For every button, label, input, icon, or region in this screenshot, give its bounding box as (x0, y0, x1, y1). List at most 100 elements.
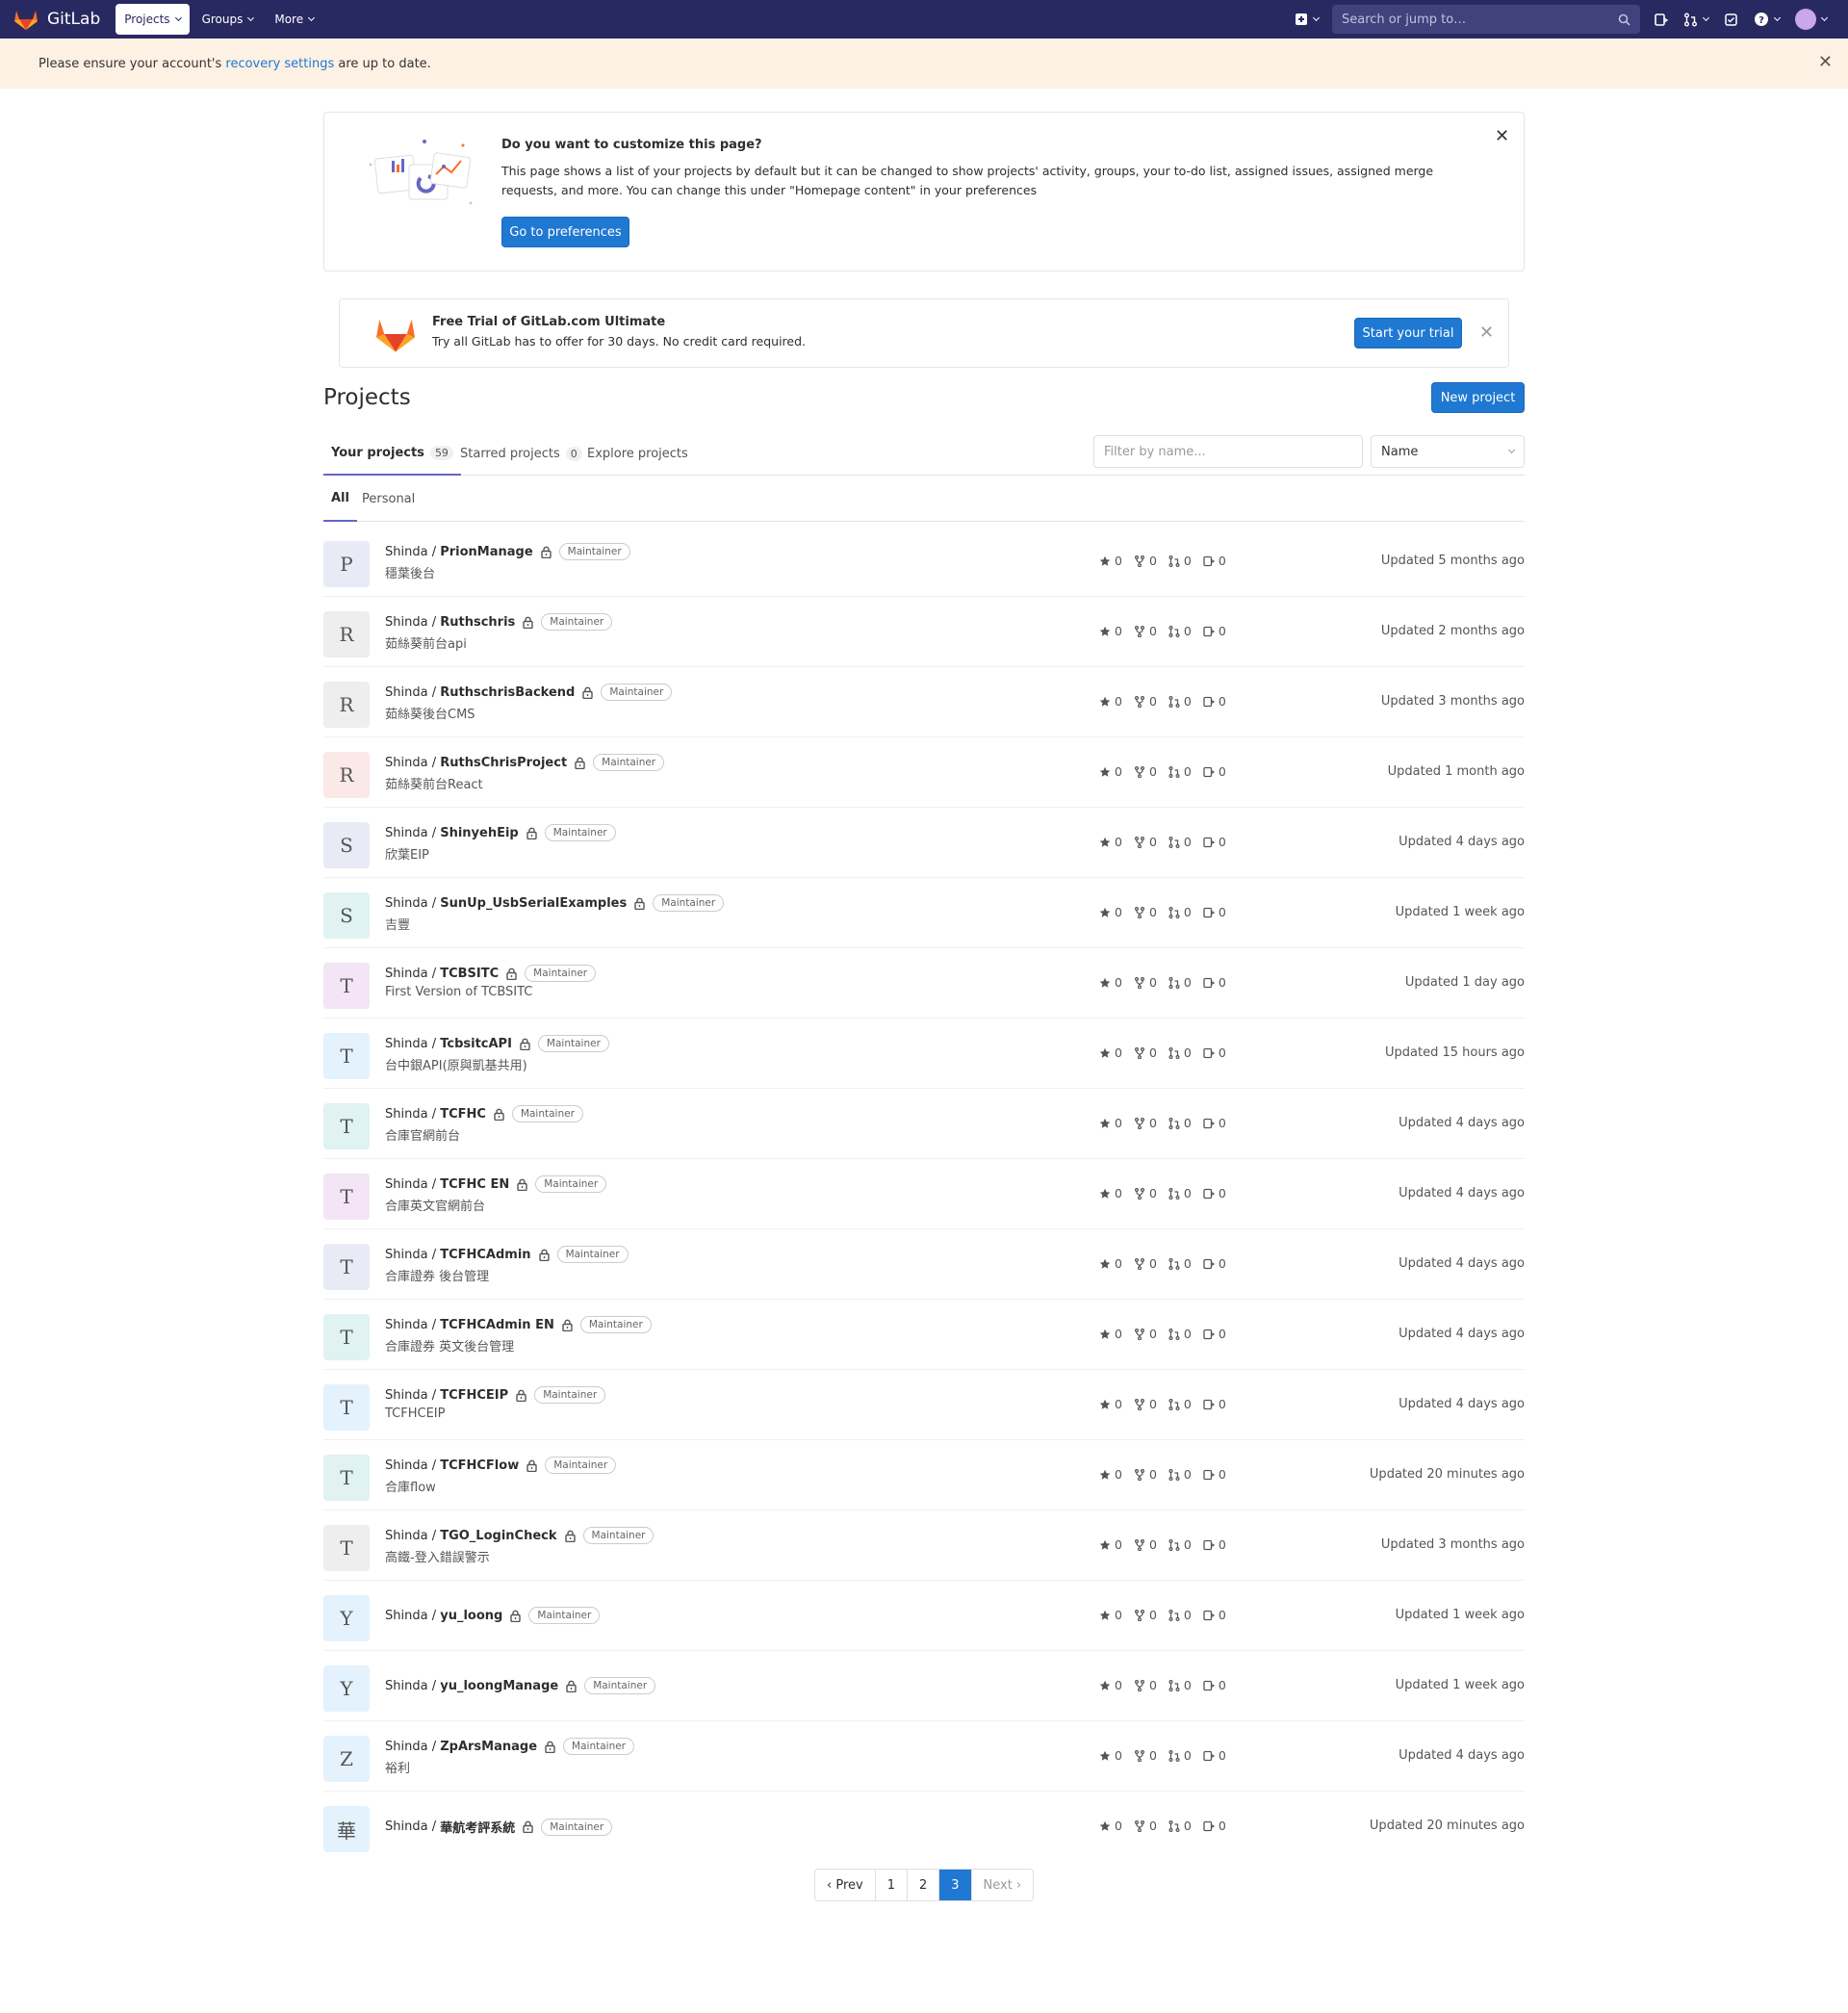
project-name-link[interactable]: ShinyehEip (440, 826, 519, 840)
merge-requests-count[interactable]: 0 (1168, 835, 1192, 849)
sort-dropdown[interactable]: Name (1371, 435, 1525, 468)
forks-count[interactable]: 0 (1134, 905, 1157, 919)
stars-count[interactable]: 0 (1099, 1327, 1122, 1341)
stars-count[interactable]: 0 (1099, 1819, 1122, 1833)
issues-count[interactable]: 0 (1203, 554, 1226, 568)
forks-count[interactable]: 0 (1134, 1327, 1157, 1341)
stars-count[interactable]: 0 (1099, 764, 1122, 779)
projects-menu[interactable]: Projects (116, 4, 190, 35)
merge-requests-count[interactable]: 0 (1168, 624, 1192, 638)
merge-requests-count[interactable]: 0 (1168, 1678, 1192, 1692)
forks-count[interactable]: 0 (1134, 1186, 1157, 1200)
stars-count[interactable]: 0 (1099, 554, 1122, 568)
issues-count[interactable]: 0 (1203, 1397, 1226, 1411)
page-2-button[interactable]: 2 (908, 1870, 940, 1900)
project-avatar[interactable]: S (323, 822, 370, 868)
merge-requests-count[interactable]: 0 (1168, 975, 1192, 990)
gitlab-logo[interactable]: GitLab (13, 8, 100, 31)
project-avatar[interactable]: R (323, 682, 370, 728)
stars-count[interactable]: 0 (1099, 975, 1122, 990)
issues-count[interactable]: 0 (1203, 1678, 1226, 1692)
project-name-link[interactable]: RuthschrisBackend (440, 685, 575, 700)
merge-requests-count[interactable]: 0 (1168, 1537, 1192, 1552)
issues-count[interactable]: 0 (1203, 624, 1226, 638)
project-avatar[interactable]: P (323, 541, 370, 587)
issues-count[interactable]: 0 (1203, 1116, 1226, 1130)
go-to-preferences-button[interactable]: Go to preferences (501, 217, 629, 247)
project-name-link[interactable]: ZpArsManage (440, 1740, 537, 1754)
merge-requests-count[interactable]: 0 (1168, 1608, 1192, 1622)
new-item-dropdown[interactable] (1287, 13, 1326, 26)
project-name-link[interactable]: TCFHC EN (440, 1177, 509, 1192)
tab-explore-projects[interactable]: Explore projects (579, 431, 696, 476)
issues-count[interactable]: 0 (1203, 764, 1226, 779)
project-avatar[interactable]: R (323, 752, 370, 798)
project-name-link[interactable]: TCFHCAdmin (440, 1248, 530, 1262)
tab-starred-projects[interactable]: Starred projects 0 (452, 431, 590, 476)
stars-count[interactable]: 0 (1099, 1467, 1122, 1482)
stars-count[interactable]: 0 (1099, 1186, 1122, 1200)
forks-count[interactable]: 0 (1134, 1116, 1157, 1130)
forks-count[interactable]: 0 (1134, 764, 1157, 779)
project-name-link[interactable]: TCFHCFlow (440, 1458, 519, 1473)
project-avatar[interactable]: T (323, 1525, 370, 1571)
forks-count[interactable]: 0 (1134, 835, 1157, 849)
issues-count[interactable]: 0 (1203, 1256, 1226, 1271)
issues-count[interactable]: 0 (1203, 905, 1226, 919)
project-name-link[interactable]: 華航考評系統 (440, 1818, 515, 1836)
stars-count[interactable]: 0 (1099, 1537, 1122, 1552)
forks-count[interactable]: 0 (1134, 1256, 1157, 1271)
stars-count[interactable]: 0 (1099, 905, 1122, 919)
merge-requests-count[interactable]: 0 (1168, 1186, 1192, 1200)
project-avatar[interactable]: R (323, 611, 370, 658)
subtab-all[interactable]: All (323, 476, 357, 522)
close-icon[interactable]: ✕ (1818, 52, 1833, 72)
project-name-link[interactable]: TCBSITC (440, 967, 499, 981)
project-avatar[interactable]: Y (323, 1665, 370, 1712)
issues-count[interactable]: 0 (1203, 1748, 1226, 1763)
close-icon[interactable]: ✕ (1495, 126, 1509, 146)
stars-count[interactable]: 0 (1099, 1678, 1122, 1692)
start-trial-button[interactable]: Start your trial (1354, 318, 1462, 348)
merge-requests-count[interactable]: 0 (1168, 1397, 1192, 1411)
merge-requests-count[interactable]: 0 (1168, 1327, 1192, 1341)
project-name-link[interactable]: PrionManage (440, 545, 532, 559)
project-avatar[interactable]: 華 (323, 1806, 370, 1852)
project-avatar[interactable]: T (323, 1384, 370, 1431)
stars-count[interactable]: 0 (1099, 835, 1122, 849)
project-name-link[interactable]: Ruthschris (440, 615, 515, 630)
issues-nav-button[interactable] (1646, 13, 1676, 27)
project-name-link[interactable]: TCFHC (440, 1107, 486, 1122)
merge-requests-count[interactable]: 0 (1168, 694, 1192, 709)
project-avatar[interactable]: T (323, 1103, 370, 1149)
page-1-button[interactable]: 1 (876, 1870, 908, 1900)
project-avatar[interactable]: T (323, 1033, 370, 1079)
forks-count[interactable]: 0 (1134, 1819, 1157, 1833)
project-avatar[interactable]: T (323, 1244, 370, 1290)
stars-count[interactable]: 0 (1099, 1256, 1122, 1271)
forks-count[interactable]: 0 (1134, 1467, 1157, 1482)
merge-requests-count[interactable]: 0 (1168, 1045, 1192, 1060)
merge-requests-count[interactable]: 0 (1168, 1748, 1192, 1763)
forks-count[interactable]: 0 (1134, 694, 1157, 709)
issues-count[interactable]: 0 (1203, 1045, 1226, 1060)
project-name-link[interactable]: TCFHCAdmin EN (440, 1318, 554, 1332)
stars-count[interactable]: 0 (1099, 624, 1122, 638)
issues-count[interactable]: 0 (1203, 975, 1226, 990)
stars-count[interactable]: 0 (1099, 1748, 1122, 1763)
merge-requests-count[interactable]: 0 (1168, 1116, 1192, 1130)
merge-requests-count[interactable]: 0 (1168, 1256, 1192, 1271)
recovery-settings-link[interactable]: recovery settings (225, 57, 334, 71)
issues-count[interactable]: 0 (1203, 835, 1226, 849)
project-avatar[interactable]: Z (323, 1736, 370, 1782)
issues-count[interactable]: 0 (1203, 694, 1226, 709)
issues-count[interactable]: 0 (1203, 1327, 1226, 1341)
groups-menu[interactable]: Groups (193, 4, 263, 35)
help-dropdown[interactable]: ? (1746, 12, 1787, 27)
project-avatar[interactable]: Y (323, 1595, 370, 1641)
stars-count[interactable]: 0 (1099, 694, 1122, 709)
prev-page-button[interactable]: ‹ Prev (815, 1870, 876, 1900)
user-dropdown[interactable] (1787, 9, 1835, 30)
forks-count[interactable]: 0 (1134, 1397, 1157, 1411)
merge-requests-count[interactable]: 0 (1168, 1467, 1192, 1482)
